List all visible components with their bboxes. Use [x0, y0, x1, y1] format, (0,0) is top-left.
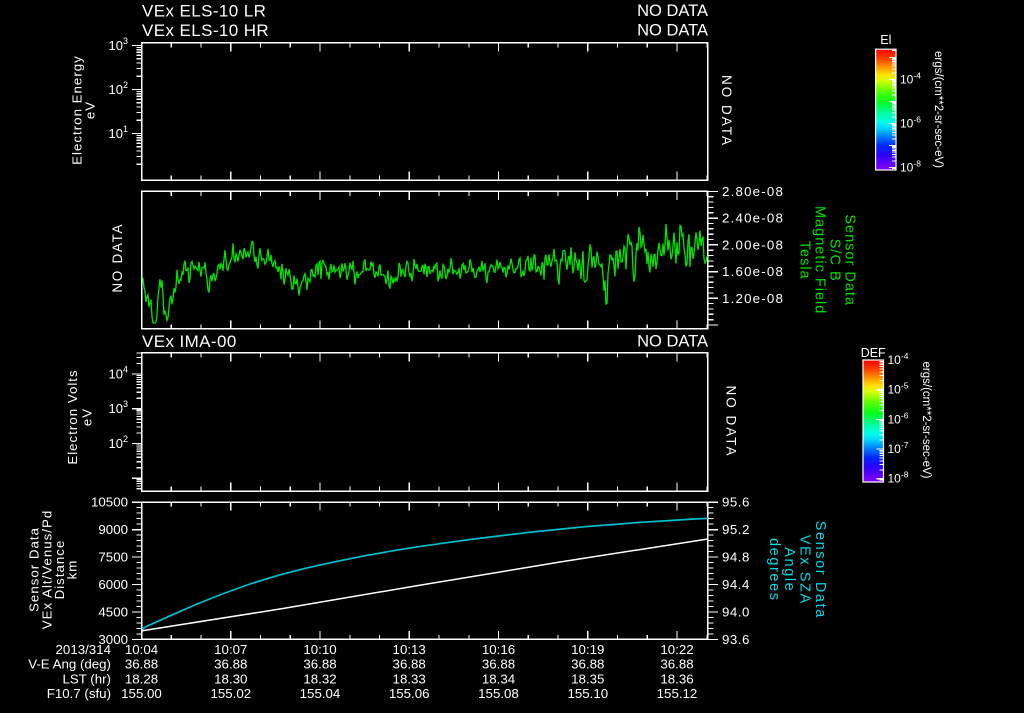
svg-text:Sensor Data: Sensor Data: [841, 214, 857, 306]
svg-text:DEF: DEF: [861, 346, 886, 360]
svg-text:10:22: 10:22: [660, 642, 693, 657]
svg-text:36.88: 36.88: [303, 657, 336, 672]
svg-text:10:13: 10:13: [393, 642, 426, 657]
svg-text:36.88: 36.88: [482, 657, 515, 672]
svg-text:eV: eV: [80, 408, 95, 426]
svg-text:18.30: 18.30: [214, 671, 247, 686]
svg-text:36.88: 36.88: [393, 657, 426, 672]
svg-text:10:19: 10:19: [571, 642, 604, 657]
svg-text:2013/314: 2013/314: [56, 642, 111, 657]
svg-text:18.33: 18.33: [393, 671, 426, 686]
svg-text:NO DATA: NO DATA: [637, 333, 708, 351]
svg-text:93.6: 93.6: [722, 632, 750, 647]
svg-text:F10.7 (sfu): F10.7 (sfu): [47, 686, 111, 701]
svg-text:2.00e-08: 2.00e-08: [722, 237, 784, 252]
svg-text:95.2: 95.2: [722, 522, 750, 537]
svg-text:El: El: [880, 33, 891, 47]
svg-text:94.4: 94.4: [722, 577, 750, 592]
svg-text:18.32: 18.32: [303, 671, 336, 686]
svg-text:155.12: 155.12: [657, 686, 698, 701]
svg-text:155.02: 155.02: [210, 686, 251, 701]
svg-text:10:16: 10:16: [482, 642, 515, 657]
svg-text:Magnetic Field: Magnetic Field: [811, 206, 827, 314]
svg-text:36.88: 36.88: [125, 657, 158, 672]
svg-text:155.00: 155.00: [121, 686, 162, 701]
svg-text:155.08: 155.08: [478, 686, 519, 701]
svg-text:Angle: Angle: [781, 547, 797, 592]
svg-text:4500: 4500: [98, 604, 128, 619]
svg-text:18.36: 18.36: [660, 671, 693, 686]
svg-text:NO DATA: NO DATA: [719, 75, 734, 147]
svg-text:VEx IMA-00: VEx IMA-00: [142, 332, 237, 351]
svg-text:10:07: 10:07: [214, 642, 247, 657]
svg-text:155.06: 155.06: [389, 686, 430, 701]
svg-text:36.88: 36.88: [660, 657, 693, 672]
svg-text:Sensor Data: Sensor Data: [812, 521, 828, 619]
svg-text:degrees: degrees: [766, 538, 782, 602]
svg-text:95.6: 95.6: [722, 495, 750, 510]
svg-text:18.28: 18.28: [125, 671, 158, 686]
svg-text:ergs/(cm**2-sr-sec-eV): ergs/(cm**2-sr-sec-eV): [932, 51, 944, 168]
svg-text:eV: eV: [83, 101, 98, 119]
svg-text:2.80e-08: 2.80e-08: [722, 184, 784, 199]
svg-text:V-E Ang (deg): V-E Ang (deg): [28, 657, 111, 672]
svg-text:ergs/(cm**2-sr-sec-eV): ergs/(cm**2-sr-sec-eV): [920, 362, 932, 479]
svg-text:NO DATA: NO DATA: [637, 22, 708, 40]
svg-text:6000: 6000: [98, 577, 128, 592]
svg-text:Tesla: Tesla: [796, 241, 812, 280]
svg-text:VEx ELS-10 HR: VEx ELS-10 HR: [142, 21, 269, 40]
svg-text:10:04: 10:04: [125, 642, 158, 657]
svg-text:36.88: 36.88: [214, 657, 247, 672]
svg-text:94.8: 94.8: [722, 550, 750, 565]
svg-text:LST (hr): LST (hr): [62, 671, 111, 686]
svg-text:Electron Volts: Electron Volts: [65, 369, 80, 464]
svg-text:2.40e-08: 2.40e-08: [722, 211, 784, 226]
svg-text:18.34: 18.34: [482, 671, 515, 686]
svg-text:NO DATA: NO DATA: [637, 2, 708, 20]
svg-text:10:10: 10:10: [303, 642, 336, 657]
svg-text:VEx SZA: VEx SZA: [797, 535, 813, 605]
svg-text:155.04: 155.04: [300, 686, 341, 701]
svg-text:1.60e-08: 1.60e-08: [722, 264, 784, 279]
svg-text:18.35: 18.35: [571, 671, 604, 686]
svg-text:7500: 7500: [98, 550, 128, 565]
svg-text:km: km: [65, 560, 80, 580]
svg-text:94.0: 94.0: [722, 604, 750, 619]
svg-text:9000: 9000: [98, 522, 128, 537]
svg-text:1.20e-08: 1.20e-08: [722, 291, 784, 306]
svg-text:S/C B: S/C B: [826, 239, 842, 282]
svg-text:36.88: 36.88: [571, 657, 604, 672]
svg-text:NO DATA: NO DATA: [724, 385, 739, 457]
svg-text:NO DATA: NO DATA: [110, 223, 125, 293]
svg-text:10500: 10500: [91, 495, 128, 510]
svg-text:VEx ELS-10 LR: VEx ELS-10 LR: [142, 2, 266, 21]
svg-text:155.10: 155.10: [567, 686, 608, 701]
